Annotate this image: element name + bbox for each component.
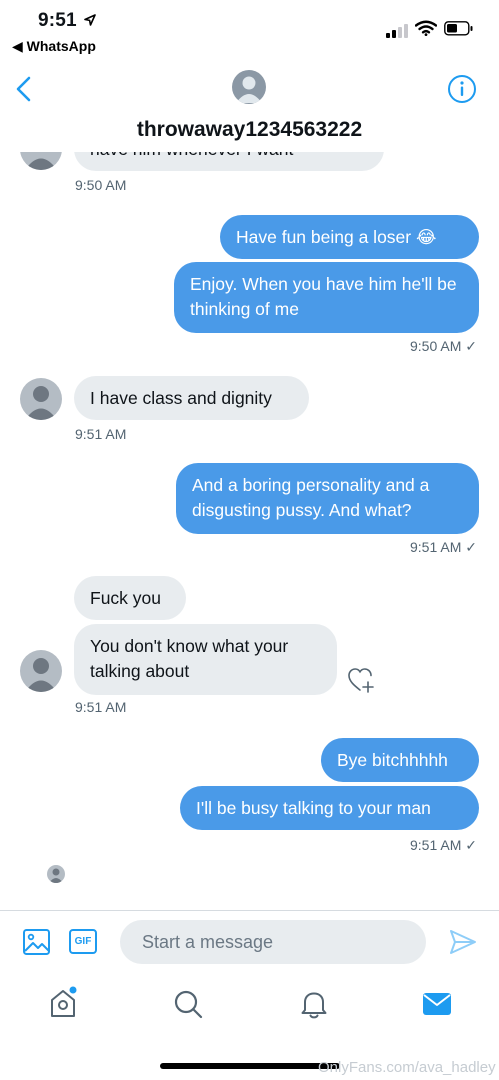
location-arrow-icon (84, 14, 96, 26)
composer-divider (0, 910, 499, 911)
messages-envelope-icon[interactable] (422, 992, 452, 1016)
sender-avatar[interactable] (20, 650, 62, 692)
message-timestamp: 9:51 AM (75, 699, 127, 715)
default-avatar-icon (49, 868, 63, 883)
default-avatar-icon (236, 76, 262, 103)
seen-avatar (47, 865, 65, 883)
default-avatar-icon (25, 658, 57, 692)
default-avatar-icon (25, 158, 57, 170)
message-timestamp: 9:51 AM (75, 426, 127, 442)
conversation-title: throwaway1234563222 (136, 118, 363, 141)
battery-icon (444, 21, 473, 36)
conversation-avatar[interactable] (232, 70, 266, 104)
home-indicator (160, 1063, 340, 1069)
message-input[interactable]: Start a message (120, 920, 426, 964)
incoming-message[interactable]: You don't know what your talking about (74, 624, 337, 695)
message-timestamp: 9:51 AM ✓ (410, 539, 477, 555)
incoming-message[interactable]: I have class and dignity (74, 376, 309, 420)
gif-button[interactable]: GIF (69, 929, 97, 954)
sender-avatar[interactable] (20, 378, 62, 420)
message-timestamp: 9:50 AM ✓ (410, 338, 477, 354)
home-icon[interactable] (47, 985, 81, 1021)
cellular-signal-icon (386, 24, 408, 38)
search-icon[interactable] (172, 988, 204, 1020)
info-icon[interactable] (447, 74, 477, 104)
image-icon[interactable] (22, 927, 52, 957)
incoming-message[interactable]: Fuck you (74, 576, 186, 620)
incoming-message[interactable]: have him whenever I want (74, 152, 384, 171)
message-timestamp: 9:50 AM (75, 177, 127, 193)
add-reaction-heart-icon[interactable] (346, 665, 378, 695)
back-chevron-icon[interactable] (14, 76, 34, 102)
default-avatar-icon (25, 386, 57, 420)
sender-avatar[interactable] (20, 152, 62, 170)
outgoing-message[interactable]: Enjoy. When you have him he'll be thinki… (174, 262, 479, 333)
message-timestamp: 9:51 AM ✓ (410, 837, 477, 853)
message-list[interactable]: have him whenever I want 9:50 AM Have fu… (0, 152, 499, 908)
outgoing-message[interactable]: Bye bitchhhhh (321, 738, 479, 782)
back-to-app-link[interactable]: ◀ WhatsApp (12, 38, 96, 55)
outgoing-message[interactable]: I'll be busy talking to your man (180, 786, 479, 830)
wifi-icon (415, 20, 437, 36)
status-time: 9:51 (38, 10, 77, 31)
send-icon[interactable] (448, 928, 478, 956)
outgoing-message[interactable]: And a boring personality and a disgustin… (176, 463, 479, 534)
outgoing-message[interactable]: Have fun being a loser 😂 (220, 215, 479, 259)
notifications-bell-icon[interactable] (299, 988, 329, 1020)
watermark-text: OnlyFans.com/ava_hadley (318, 1059, 496, 1076)
